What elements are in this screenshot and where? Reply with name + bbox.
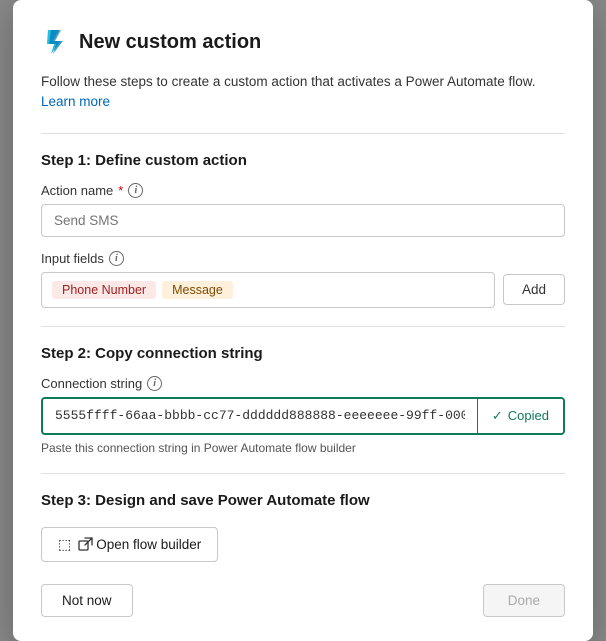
connection-string-hint: Paste this connection string in Power Au… [41, 441, 565, 455]
tag-message: Message [162, 281, 233, 299]
learn-more-link[interactable]: Learn more [41, 94, 110, 109]
action-name-label: Action name * i [41, 183, 565, 198]
step3-title: Step 3: Design and save Power Automate f… [41, 492, 565, 509]
connection-string-input[interactable] [43, 399, 477, 432]
add-field-button[interactable]: Add [503, 274, 565, 305]
step2-title: Step 2: Copy connection string [41, 345, 565, 362]
connection-string-label: Connection string i [41, 376, 565, 391]
tags-input-area[interactable]: Phone Number Message [41, 272, 495, 308]
intro-text: Follow these steps to create a custom ac… [41, 72, 565, 113]
step1-title: Step 1: Define custom action [41, 152, 565, 169]
divider-3 [41, 473, 565, 474]
open-in-new-icon [78, 537, 93, 552]
step2-section: Step 2: Copy connection string Connectio… [41, 345, 565, 455]
tag-phone-number: Phone Number [52, 281, 156, 299]
checkmark-icon: ✓ [492, 408, 503, 424]
new-custom-action-modal: New custom action Follow these steps to … [13, 0, 593, 641]
input-fields-row: Phone Number Message Add [41, 272, 565, 308]
open-flow-builder-button[interactable]: ⬚︎ Open flow builder [41, 527, 218, 562]
done-button[interactable]: Done [483, 584, 565, 617]
input-fields-info-icon: i [109, 251, 124, 266]
step1-section: Step 1: Define custom action Action name… [41, 152, 565, 308]
external-link-icon: ⬚︎ [58, 536, 71, 553]
modal-header: New custom action [41, 28, 565, 56]
modal-footer: Not now Done [41, 584, 565, 617]
connection-string-info-icon: i [147, 376, 162, 391]
connection-string-container: ✓ Copied [41, 397, 565, 435]
modal-title: New custom action [79, 31, 261, 54]
input-fields-label: Input fields i [41, 251, 565, 266]
step3-section: Step 3: Design and save Power Automate f… [41, 492, 565, 562]
action-name-input[interactable] [41, 204, 565, 237]
divider-1 [41, 133, 565, 134]
lightning-icon [41, 28, 69, 56]
copied-button[interactable]: ✓ Copied [477, 399, 563, 433]
action-name-info-icon: i [128, 183, 143, 198]
not-now-button[interactable]: Not now [41, 584, 133, 617]
required-marker: * [118, 183, 123, 198]
divider-2 [41, 326, 565, 327]
